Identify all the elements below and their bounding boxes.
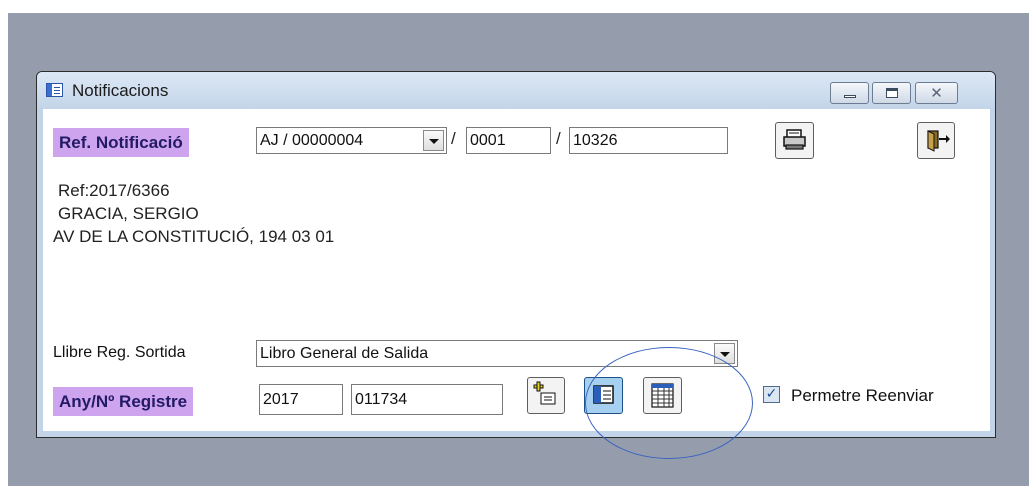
ref-part1-value: AJ / 00000004 — [260, 132, 364, 149]
registre-year-field[interactable]: 2017 — [259, 384, 343, 415]
ref-part2-field[interactable]: 0001 — [466, 127, 551, 154]
minimize-button[interactable] — [830, 82, 869, 104]
ref-separator-1: / — [451, 129, 456, 148]
info-address: AV DE LA CONSTITUCIÓ, 194 03 01 — [53, 227, 335, 246]
window-title: Notificacions — [72, 81, 169, 100]
title-bar[interactable]: Notificacions ✕ — [37, 72, 995, 110]
maximize-icon — [886, 88, 898, 98]
ref-part1-combo[interactable]: AJ / 00000004 — [256, 127, 447, 154]
minimize-icon — [844, 95, 856, 98]
ref-separator-2: / — [556, 129, 561, 148]
any-registre-label: Any/Nº Registre — [53, 387, 194, 416]
info-name: GRACIA, SERGIO — [58, 204, 199, 223]
exit-button[interactable] — [917, 122, 955, 159]
form-window-icon — [46, 83, 63, 97]
ref-part3-field[interactable]: 10326 — [569, 127, 728, 154]
permetre-reenviar-checkbox[interactable]: ✓ — [763, 386, 780, 403]
add-record-icon — [533, 381, 556, 405]
ref-notificacio-label: Ref. Notificació — [53, 128, 189, 157]
maximize-button[interactable] — [872, 82, 911, 104]
exit-door-icon — [927, 130, 950, 152]
print-button[interactable] — [775, 122, 814, 159]
close-icon: ✕ — [930, 84, 943, 102]
printer-icon — [783, 129, 806, 150]
close-button[interactable]: ✕ — [915, 82, 958, 104]
add-record-button[interactable] — [527, 377, 565, 414]
ref-dropdown-button[interactable] — [423, 130, 444, 151]
permetre-reenviar-label: Permetre Reenviar — [791, 386, 934, 405]
registre-number-field[interactable]: 011734 — [351, 384, 503, 415]
client-area — [43, 109, 990, 431]
annotation-ellipse — [585, 347, 753, 459]
llibre-label: Llibre Reg. Sortida — [53, 344, 186, 361]
info-ref: Ref:2017/6366 — [58, 181, 170, 200]
llibre-value: Libro General de Salida — [260, 345, 429, 362]
